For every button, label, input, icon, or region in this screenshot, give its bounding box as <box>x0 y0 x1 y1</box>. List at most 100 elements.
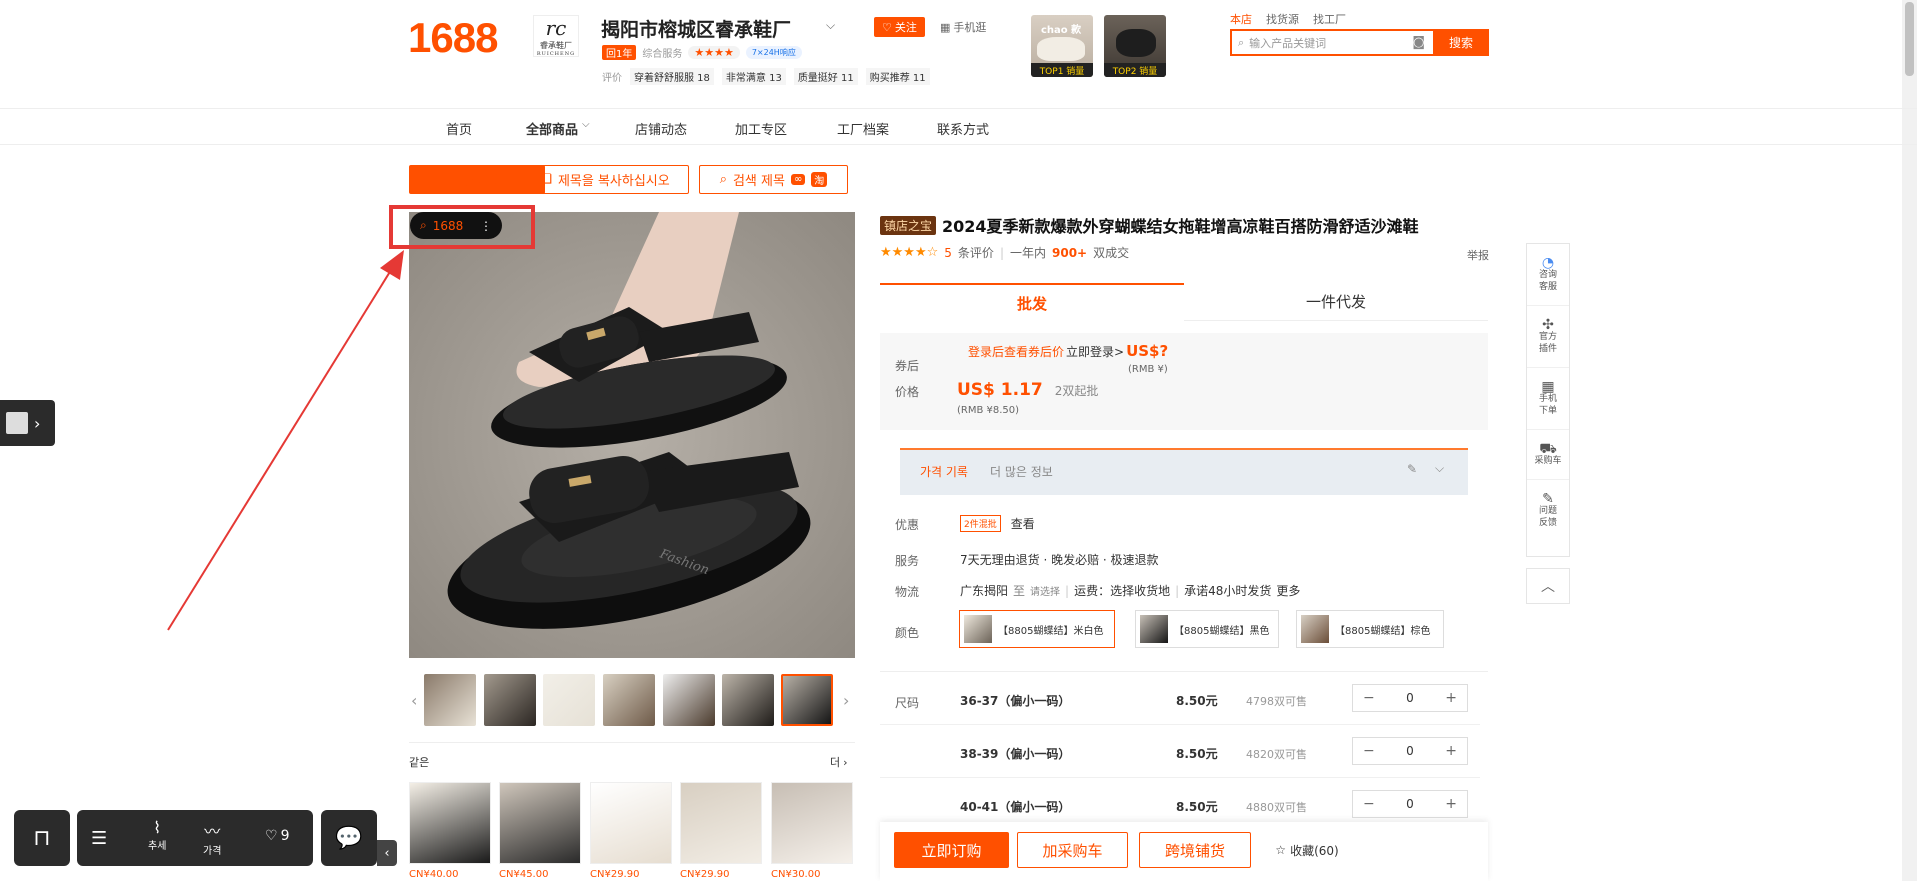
left-float-widget[interactable]: › <box>0 400 55 446</box>
quantity-value[interactable]: 0 <box>1406 797 1414 811</box>
favorite-button[interactable]: ☆ 收藏(60) <box>1267 832 1347 868</box>
similar-more-link[interactable]: 더 › <box>830 754 848 770</box>
collapse-toolbar-button[interactable]: ‹ <box>377 840 397 866</box>
chevron-down-icon[interactable]: ⌵ <box>1435 461 1444 476</box>
nav-processing[interactable]: 加工专区 <box>735 119 787 138</box>
discount-view[interactable]: 查看 <box>1011 515 1035 532</box>
thumbnail[interactable] <box>484 674 536 726</box>
thumbnail[interactable] <box>603 674 655 726</box>
rating-row: ★★★★☆ 5 条评价 | 一年内 900+ 双成交 <box>880 244 1130 261</box>
thumbnail-selected[interactable] <box>781 674 833 726</box>
eval-tag[interactable]: 质量挺好 11 <box>793 68 858 85</box>
add-cart-button[interactable]: 加采购车 <box>1017 832 1128 868</box>
alibaba-icon[interactable]: ∞ <box>790 174 806 185</box>
chevron-left-icon[interactable]: ‹ <box>411 691 417 710</box>
similar-product[interactable] <box>590 782 672 864</box>
more-info-tab[interactable]: 더 많은 정보 <box>990 463 1053 480</box>
color-option[interactable]: 【8805蝴蝶结】棕色 <box>1296 610 1444 648</box>
top1-product[interactable]: chao 款 TOP1 销量 <box>1031 15 1093 77</box>
price-history-panel[interactable]: 가격 기록 더 많은 정보 ✎ ⌵ <box>900 448 1468 495</box>
rail-plugin[interactable]: ✣ 官方插件 <box>1527 306 1569 368</box>
shop-logo[interactable]: rc 睿承鞋厂 RUICHENG <box>533 15 579 57</box>
mobile-link[interactable]: ▦ 手机逛 <box>940 19 986 35</box>
similar-product[interactable] <box>680 782 762 864</box>
logistics-row: 广东揭阳 至 请选择 | 运费：选择收货地 | 承诺48小时发货 更多 <box>960 582 1301 599</box>
similar-product[interactable] <box>499 782 581 864</box>
nav-contact[interactable]: 联系方式 <box>937 119 989 138</box>
search-scope-tabs: 本店 找货源 找工厂 <box>1230 11 1346 27</box>
taobao-icon[interactable]: 淘 <box>811 172 828 187</box>
similar-product[interactable] <box>771 782 853 864</box>
quantity-value[interactable]: 0 <box>1406 691 1414 705</box>
search-input[interactable]: ⌕ 输入产品关键词 ◙ <box>1230 29 1433 56</box>
similar-product[interactable] <box>409 782 491 864</box>
thumbnail[interactable] <box>424 674 476 726</box>
eval-tag[interactable]: 穿着舒舒服服 18 <box>630 68 714 85</box>
chevron-down-icon[interactable]: ⌵ <box>826 18 835 33</box>
logistics-more[interactable]: 更多 <box>1276 582 1300 599</box>
scope-tab-goods[interactable]: 找货源 <box>1266 11 1299 27</box>
thumbnail[interactable] <box>543 674 595 726</box>
rail-feedback[interactable]: ✎ 问题反馈 <box>1527 480 1569 542</box>
nav-home[interactable]: 首页 <box>446 119 472 138</box>
review-label[interactable]: 条评价 <box>958 244 994 261</box>
scope-tab-factory[interactable]: 找工厂 <box>1313 11 1346 27</box>
quantity-stepper[interactable]: − 0 + <box>1352 684 1468 712</box>
chat-button[interactable]: 💬 <box>321 810 377 866</box>
site-logo[interactable]: 1688 <box>408 14 498 62</box>
nav-all-products[interactable]: 全部商品 <box>526 119 578 138</box>
price-button[interactable]: 〰 가격 <box>203 818 221 857</box>
buy-now-button[interactable]: 立即订购 <box>894 832 1009 868</box>
follow-button[interactable]: ♡ 关注 <box>874 17 925 37</box>
plus-icon[interactable]: + <box>1445 796 1457 812</box>
top2-product[interactable]: TOP2 销量 <box>1104 15 1166 77</box>
review-count[interactable]: 5 <box>944 246 952 260</box>
chevron-right-icon[interactable]: › <box>843 691 849 710</box>
rail-service[interactable]: ◔ 咨询客服 <box>1527 244 1569 306</box>
likes-button[interactable]: ♡ 9 <box>265 828 289 844</box>
cross-border-button[interactable]: 跨境铺货 <box>1139 832 1251 868</box>
login-link[interactable]: 立即登录> <box>1066 343 1124 360</box>
copy-title-button[interactable]: ❏ 제목을 복사하십시오 <box>521 165 689 194</box>
menu-icon[interactable]: ☰ <box>91 828 107 849</box>
main-product-image[interactable]: Fashion <box>409 212 855 658</box>
price-label: 가격 <box>203 846 222 857</box>
scope-tab-shop[interactable]: 本店 <box>1230 11 1252 27</box>
rail-mobile[interactable]: ▦ 手机下单 <box>1527 368 1569 430</box>
camera-icon[interactable]: ◙ <box>1412 35 1425 50</box>
quantity-value[interactable]: 0 <box>1406 744 1414 758</box>
thumbnail[interactable] <box>722 674 774 726</box>
eval-tag[interactable]: 购买推荐 11 <box>865 68 930 85</box>
shop-name[interactable]: 揭阳市榕城区睿承鞋厂 <box>601 15 791 42</box>
quantity-stepper[interactable]: − 0 + <box>1352 737 1468 765</box>
bag-button[interactable]: ⊓ <box>14 810 70 866</box>
back-to-top-button[interactable]: ︿ <box>1526 568 1570 604</box>
nav-factory-profile[interactable]: 工厂档案 <box>837 119 889 138</box>
logistics-select[interactable]: 请选择 <box>1030 583 1060 598</box>
eval-tag[interactable]: 非常满意 13 <box>721 68 786 85</box>
quantity-stepper[interactable]: − 0 + <box>1352 790 1468 818</box>
color-option-selected[interactable]: 【8805蝴蝶结】米白色 <box>959 610 1115 648</box>
color-option[interactable]: 【8805蝴蝶结】黑色 <box>1135 610 1279 648</box>
minus-icon[interactable]: − <box>1363 796 1375 812</box>
plus-icon[interactable]: + <box>1445 743 1457 759</box>
copy-title-label: 제목을 복사하십시오 <box>557 174 670 189</box>
report-link[interactable]: 举报 <box>1467 247 1489 263</box>
service-text[interactable]: 7天无理由退货 · 晚发必赔 · 极速退款 <box>960 551 1159 568</box>
search-title-button[interactable]: ⌕ 검색 제목 ∞ 淘 <box>699 165 848 194</box>
price-history-tab[interactable]: 가격 기록 <box>920 463 968 480</box>
rail-label: 咨询客服 <box>1538 269 1557 292</box>
tab-dropship[interactable]: 一件代发 <box>1184 283 1488 321</box>
rail-cart[interactable]: ⛟ 采购车 <box>1527 430 1569 480</box>
nav-dynamics[interactable]: 店铺动态 <box>635 119 687 138</box>
trend-button[interactable]: ⌇ 추세 <box>148 818 166 852</box>
edit-icon[interactable]: ✎ <box>1407 462 1417 476</box>
thumbnail[interactable] <box>663 674 715 726</box>
scrollbar-thumb[interactable] <box>1905 2 1914 76</box>
minus-icon[interactable]: − <box>1363 690 1375 706</box>
minus-icon[interactable]: − <box>1363 743 1375 759</box>
sold-prefix: 一年内 <box>1009 246 1046 260</box>
tab-wholesale[interactable]: 批发 <box>880 283 1184 321</box>
search-button[interactable]: 搜索 <box>1433 29 1489 56</box>
plus-icon[interactable]: + <box>1445 690 1457 706</box>
